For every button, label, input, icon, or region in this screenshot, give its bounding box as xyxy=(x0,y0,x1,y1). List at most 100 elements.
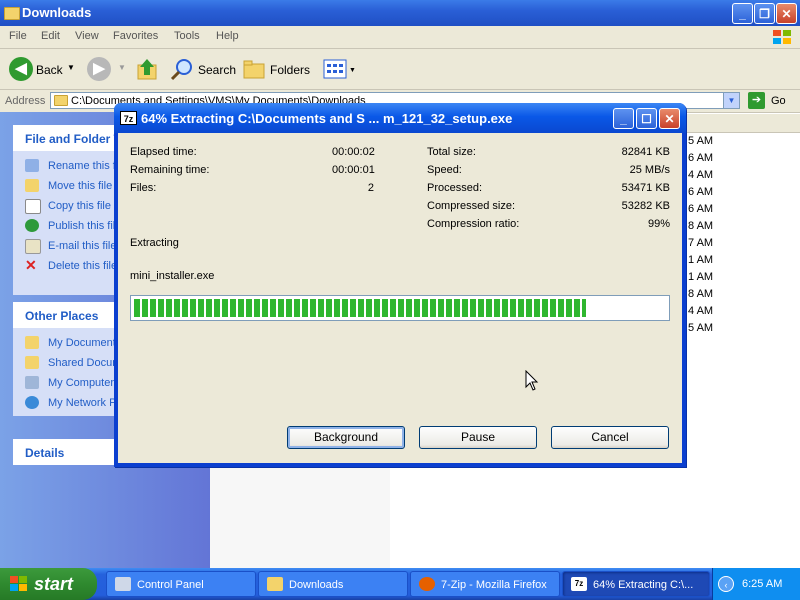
progress-fill xyxy=(134,299,586,317)
copy-file-link[interactable]: Copy this file xyxy=(25,199,111,214)
taskbar: start Control Panel Downloads 7-Zip - Mo… xyxy=(0,568,800,600)
address-dropdown-icon[interactable]: ▼ xyxy=(723,93,739,108)
menu-file[interactable]: File xyxy=(9,30,27,42)
file-time: 6 AM xyxy=(688,203,714,215)
current-file: mini_installer.exe xyxy=(130,270,215,282)
menu-favorites[interactable]: Favorites xyxy=(113,30,158,42)
menu-edit[interactable]: Edit xyxy=(41,30,60,42)
globe-icon xyxy=(25,219,39,232)
file-time: 6 AM xyxy=(688,152,714,164)
tray-expand-icon[interactable]: ‹ xyxy=(718,576,734,592)
extract-dialog: 7z 64% Extracting C:\Documents and S ...… xyxy=(114,103,686,467)
move-file-link[interactable]: Move this file xyxy=(25,179,112,192)
pause-button[interactable]: Pause xyxy=(419,426,537,449)
folders-icon xyxy=(243,60,265,79)
forward-button[interactable]: ▶ xyxy=(87,57,111,81)
email-icon xyxy=(25,239,41,254)
up-folder-button[interactable] xyxy=(136,57,158,81)
compression-ratio-label: Compression ratio: xyxy=(427,218,520,230)
speed-label: Speed: xyxy=(427,164,462,176)
total-size-value: 82841 KB xyxy=(621,146,670,158)
delete-file-link[interactable]: ✕ Delete this file xyxy=(25,258,117,272)
windows-logo-icon xyxy=(770,27,794,47)
cancel-button[interactable]: Cancel xyxy=(551,426,669,449)
start-button[interactable]: start xyxy=(0,568,97,600)
task-downloads[interactable]: Downloads xyxy=(258,571,408,597)
my-network-link[interactable]: My Network P xyxy=(25,396,116,409)
dialog-title-bar[interactable]: 7z 64% Extracting C:\Documents and S ...… xyxy=(114,103,686,133)
dialog-maximize-button[interactable]: ☐ xyxy=(636,108,657,129)
compressed-size-label: Compressed size: xyxy=(427,200,516,212)
column-header[interactable] xyxy=(686,114,800,133)
up-folder-icon xyxy=(137,59,157,80)
address-label: Address xyxy=(5,95,46,107)
folder-icon xyxy=(267,577,283,591)
dialog-minimize-button[interactable]: _ xyxy=(613,108,634,129)
menu-tools[interactable]: Tools xyxy=(174,30,200,42)
menu-help[interactable]: Help xyxy=(216,30,239,42)
folders-button[interactable]: Folders xyxy=(243,56,311,82)
back-arrow-icon: ◀ xyxy=(9,57,33,81)
network-icon xyxy=(25,396,39,409)
file-time: 5 AM xyxy=(688,322,714,334)
computer-icon xyxy=(25,376,39,389)
rename-icon xyxy=(25,159,39,172)
go-arrow-icon: ➔ xyxy=(748,92,765,109)
mouse-cursor-icon xyxy=(525,370,539,391)
menu-view[interactable]: View xyxy=(75,30,99,42)
folders-label: Folders xyxy=(270,63,311,77)
back-button[interactable]: ◀ Back xyxy=(6,56,68,82)
search-icon xyxy=(170,59,192,81)
my-documents-icon xyxy=(25,336,39,349)
remaining-label: Remaining time: xyxy=(130,164,210,176)
7zip-icon: 7z xyxy=(571,577,587,591)
background-button[interactable]: Background xyxy=(287,426,405,449)
maximize-button[interactable]: ❐ xyxy=(754,3,775,24)
toolbar: ◀ Back ▼ ▶ ▼ Search Folders ▼ xyxy=(0,49,800,90)
go-button[interactable]: ➔ Go xyxy=(748,92,796,110)
total-size-label: Total size: xyxy=(427,146,476,158)
shared-documents-link[interactable]: Shared Docum xyxy=(25,356,121,369)
dialog-title: 64% Extracting C:\Documents and S ... m_… xyxy=(141,111,513,126)
my-documents-link[interactable]: My Document xyxy=(25,336,116,349)
compressed-size-value: 53282 KB xyxy=(621,200,670,212)
files-value: 2 xyxy=(367,182,374,194)
task-7zip-extracting[interactable]: 7z 64% Extracting C:\... xyxy=(562,571,710,597)
views-icon: ▼ xyxy=(323,59,356,79)
file-time: 5 AM xyxy=(688,135,714,147)
search-button[interactable]: Search xyxy=(170,56,237,82)
publish-file-link[interactable]: Publish this file xyxy=(25,219,121,232)
minimize-button[interactable]: _ xyxy=(732,3,753,24)
my-computer-link[interactable]: My Computer xyxy=(25,376,114,389)
dialog-close-button[interactable]: ✕ xyxy=(659,108,680,129)
elapsed-value: 00:00:02 xyxy=(332,146,375,158)
task-firefox[interactable]: 7-Zip - Mozilla Firefox xyxy=(410,571,560,597)
progress-bar xyxy=(130,295,670,321)
dialog-body: Elapsed time: 00:00:02 Remaining time: 0… xyxy=(118,133,682,463)
explorer-title-bar[interactable]: Downloads _ ❐ ✕ xyxy=(0,0,800,26)
explorer-title: Downloads xyxy=(22,5,92,20)
menu-bar: File Edit View Favorites Tools Help xyxy=(0,26,800,49)
file-time: 4 AM xyxy=(688,169,714,181)
go-label: Go xyxy=(771,95,786,107)
clock[interactable]: 6:25 AM xyxy=(742,578,782,590)
back-dropdown-icon[interactable]: ▼ xyxy=(67,63,75,72)
control-panel-icon xyxy=(115,577,131,591)
compression-ratio-value: 99% xyxy=(647,218,670,230)
processed-label: Processed: xyxy=(427,182,483,194)
close-button[interactable]: ✕ xyxy=(776,3,797,24)
file-time: 6 AM xyxy=(688,186,714,198)
processed-value: 53471 KB xyxy=(621,182,670,194)
rename-file-link[interactable]: Rename this fi xyxy=(25,159,118,172)
forward-dropdown-icon[interactable]: ▼ xyxy=(118,63,126,72)
views-button[interactable]: ▼ xyxy=(322,58,356,80)
svg-text:▼: ▼ xyxy=(349,67,356,74)
task-control-panel[interactable]: Control Panel xyxy=(106,571,256,597)
file-time: 8 AM xyxy=(688,220,714,232)
elapsed-label: Elapsed time: xyxy=(130,146,197,158)
files-label: Files: xyxy=(130,182,157,194)
search-label: Search xyxy=(198,63,237,77)
7zip-icon: 7z xyxy=(120,111,137,125)
email-file-link[interactable]: E-mail this file xyxy=(25,239,116,254)
back-label: Back xyxy=(36,63,63,77)
